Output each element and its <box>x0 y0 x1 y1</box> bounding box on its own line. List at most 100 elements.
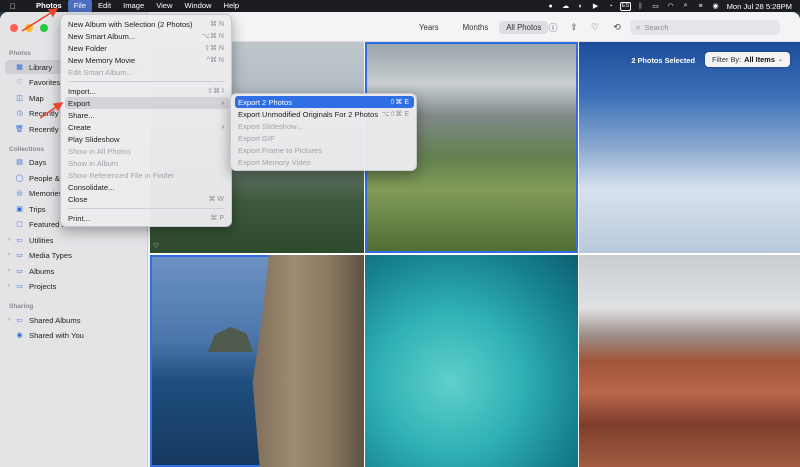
menu-bar:  Photos File Edit Image View Window Hel… <box>0 0 800 12</box>
chevron-right-icon[interactable]: › <box>8 252 10 258</box>
menu-item-export-photos[interactable]: Export 2 Photos ⇧⌘ E <box>235 96 414 108</box>
chevron-right-icon: › <box>221 99 224 107</box>
play-circle-icon[interactable]: ▶ <box>592 2 600 10</box>
chevron-right-icon[interactable]: › <box>8 283 10 289</box>
minimize-window-button[interactable] <box>25 24 33 32</box>
bluetooth-icon[interactable]: ᛒ <box>637 2 645 10</box>
section-collections: Collections <box>9 146 45 153</box>
menu-image[interactable]: Image <box>117 0 150 12</box>
view-segmented-control: Years Months All Photos <box>412 20 549 35</box>
chevron-right-icon[interactable]: › <box>8 237 10 243</box>
menu-window[interactable]: Window <box>179 0 218 12</box>
menu-photos[interactable]: Photos <box>30 0 68 12</box>
menu-item-share[interactable]: Share... <box>65 109 229 121</box>
menu-help[interactable]: Help <box>218 0 246 12</box>
shared-with-you-icon: ◉ <box>16 332 23 339</box>
shared-album-icon: ▭ <box>16 317 23 324</box>
control-center-icon[interactable]: ≡ <box>697 2 705 10</box>
close-window-button[interactable] <box>10 24 18 32</box>
chevron-right-icon: › <box>221 123 224 131</box>
filter-button[interactable]: Filter By: All Items ⌄ <box>705 52 790 67</box>
info-icon[interactable]: ⓘ <box>546 20 560 34</box>
heart-icon[interactable]: ♡ <box>153 242 159 250</box>
menu-item-new-memory-movie[interactable]: New Memory Movie ^⌘ N <box>65 54 229 66</box>
menu-item-play-slideshow[interactable]: Play Slideshow <box>65 133 229 145</box>
toolbar: Years Months All Photos ⓘ ⇪ ♡ ⟲ ⌕ Search <box>148 12 800 42</box>
photo-thumbnail-selected[interactable] <box>150 255 364 467</box>
chevron-down-icon: ⌄ <box>777 57 783 63</box>
sidebar-item-media-types[interactable]: › ▭ Media Types <box>5 248 143 262</box>
sidebar-item-albums[interactable]: › ▭ Albums <box>5 264 143 278</box>
tab-all-photos[interactable]: All Photos <box>499 21 549 34</box>
photo-thumbnail[interactable] <box>579 42 800 253</box>
wifi-icon[interactable]: ◠ <box>667 2 675 10</box>
photo-thumbnail[interactable] <box>579 255 800 467</box>
calendar-icon: ▤ <box>16 159 23 166</box>
battery-icon[interactable]: ▭ <box>652 2 660 10</box>
photo-cliff-shape <box>252 255 364 467</box>
menu-item-create[interactable]: Create › <box>65 121 229 133</box>
menu-item-close[interactable]: Close ⌘ W <box>65 193 229 205</box>
input-source-icon[interactable]: ES <box>619 1 632 11</box>
tab-years[interactable]: Years <box>412 21 446 34</box>
section-photos: Photos <box>9 50 32 57</box>
menu-item-show-in-album: Show in Album <box>68 158 119 168</box>
chevron-right-icon[interactable]: › <box>8 268 10 274</box>
menu-item-export-unmodified-originals[interactable]: Export Unmodified Originals For 2 Photos… <box>235 108 414 120</box>
sidebar-item-shared-albums[interactable]: › ▭ Shared Albums <box>5 313 143 327</box>
heart-icon: ♡ <box>16 79 23 86</box>
menu-view[interactable]: View <box>150 0 178 12</box>
folder-icon: ▭ <box>16 237 23 244</box>
share-icon[interactable]: ⇪ <box>567 20 581 34</box>
status-area: ● ☁ ◐ ▶ ◔ ES ᛒ ▭ ◠ ⌕ ≡ ◉ Mon Jul 28 5:28… <box>547 0 792 12</box>
menu-item-new-smart-album[interactable]: New Smart Album... ⌥⌘ N <box>65 30 229 42</box>
menu-item-export-memory-video: Export Memory Video <box>238 157 311 167</box>
sidebar-item-utilities[interactable]: › ▭ Utilities <box>5 233 143 247</box>
menu-item-export-gif: Export GIF <box>238 133 275 143</box>
search-placeholder: Search <box>644 23 669 32</box>
siri-icon[interactable]: ◉ <box>712 2 720 10</box>
menu-item-print[interactable]: Print... ⌘ P <box>65 212 229 224</box>
folder-icon: ▭ <box>16 268 23 275</box>
menu-item-show-referenced-file: Show Referenced File in Finder <box>68 170 175 180</box>
clock-icon: ◷ <box>16 110 23 117</box>
chevron-right-icon[interactable]: › <box>8 317 10 323</box>
rotate-icon[interactable]: ⟲ <box>610 20 624 34</box>
apple-icon[interactable]:  <box>10 2 22 11</box>
photo-thumbnail[interactable] <box>365 255 578 467</box>
favorite-heart-icon[interactable]: ♡ <box>588 20 602 34</box>
menu-file[interactable]: File <box>67 0 92 12</box>
zoom-window-button[interactable] <box>40 24 48 32</box>
cloud-icon[interactable]: ☁ <box>562 2 570 10</box>
library-icon: ▦ <box>16 64 23 71</box>
export-submenu: Export 2 Photos ⇧⌘ E Export Unmodified Or… <box>230 93 417 171</box>
menu-edit[interactable]: Edit <box>92 0 117 12</box>
menu-separator <box>69 208 225 209</box>
clock[interactable]: Mon Jul 28 5:28PM <box>727 2 792 11</box>
section-sharing: Sharing <box>9 303 34 310</box>
sidebar-item-shared-with-you[interactable]: ◉ Shared with You <box>5 328 143 342</box>
memories-icon: ◎ <box>16 190 23 197</box>
selection-count: 2 Photos Selected <box>631 56 695 65</box>
trash-icon: 🗑 <box>15 126 24 133</box>
menu-item-consolidate[interactable]: Consolidate... <box>65 181 229 193</box>
folder-icon: ▭ <box>16 283 23 290</box>
suitcase-icon: ▣ <box>16 206 23 213</box>
search-icon[interactable]: ⌕ <box>682 2 690 10</box>
tab-months[interactable]: Months <box>456 21 496 34</box>
map-icon: ◫ <box>16 95 23 102</box>
menu-item-show-in-all-photos: Show in All Photos <box>68 146 131 156</box>
timer-icon[interactable]: ◔ <box>607 2 615 10</box>
menu-item-import[interactable]: Import... ⇧⌘ I <box>65 85 229 97</box>
droplet-icon[interactable]: ◐ <box>577 2 585 10</box>
featured-icon: ▢ <box>16 221 23 228</box>
menu-item-new-album-with-selection[interactable]: New Album with Selection (2 Photos) ⌘ N <box>65 18 229 30</box>
sidebar-item-projects[interactable]: › ▭ Projects <box>5 279 143 293</box>
record-icon[interactable]: ● <box>547 2 555 10</box>
folder-icon: ▭ <box>16 252 23 259</box>
search-field[interactable]: ⌕ Search <box>630 20 780 35</box>
menu-item-edit-smart-album: Edit Smart Album... <box>68 67 133 77</box>
menu-item-new-folder[interactable]: New Folder ⇧⌘ N <box>65 42 229 54</box>
menu-item-export-slideshow: Export Slideshow... <box>238 121 303 131</box>
menu-item-export[interactable]: Export › <box>65 97 229 109</box>
